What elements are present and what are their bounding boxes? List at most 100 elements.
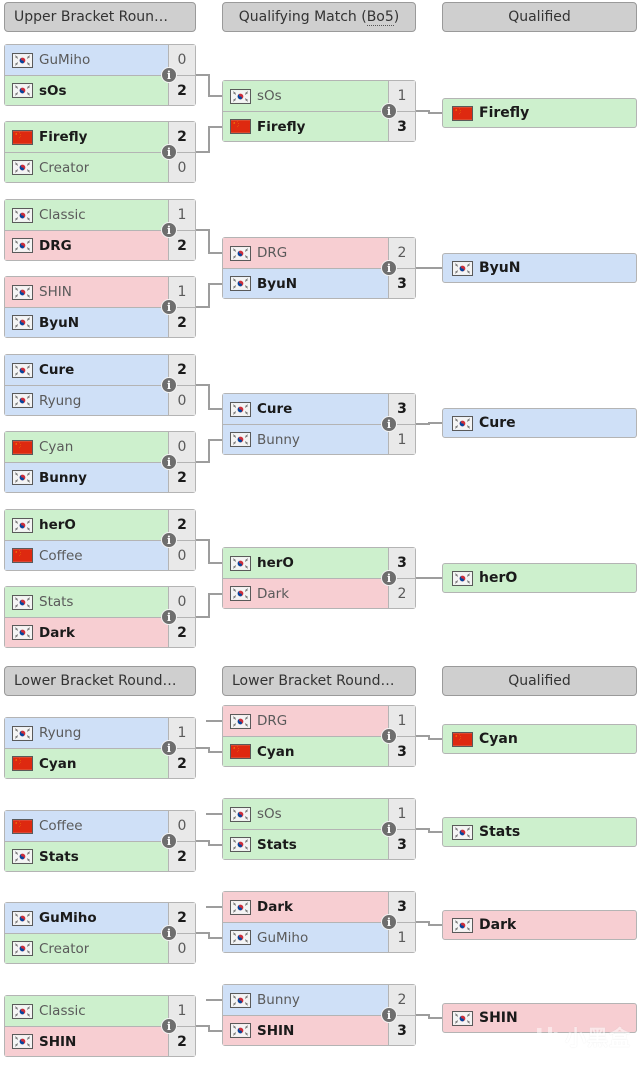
participant-name: Stats: [39, 848, 79, 865]
match-info-icon[interactable]: i: [381, 570, 397, 586]
participant-name-cell: Stats: [223, 837, 388, 853]
match-info-icon[interactable]: i: [381, 416, 397, 432]
qualified-block[interactable]: Cyan: [442, 724, 637, 754]
qualified-block[interactable]: Cure: [442, 408, 637, 438]
participant-name: Firefly: [257, 118, 306, 135]
flag-cn-icon: [12, 756, 33, 771]
match-info-icon[interactable]: i: [161, 377, 177, 393]
connector-line: [196, 747, 208, 749]
flag-cn-icon: [12, 818, 33, 834]
qualified-block[interactable]: herO: [442, 563, 637, 593]
connector-line: [196, 616, 208, 618]
flag-kr-icon: [230, 1023, 251, 1038]
participant-name: DRG: [257, 713, 288, 729]
flag-kr-icon: [230, 245, 251, 261]
flag-kr-icon: [230, 586, 251, 601]
match-info-icon[interactable]: i: [381, 821, 397, 837]
participant-name-cell: GuMiho: [223, 930, 388, 946]
connector-line: [208, 125, 222, 128]
participant-name-cell: GuMiho: [5, 52, 168, 68]
match-info-icon[interactable]: i: [161, 925, 177, 941]
flag-kr-icon: [230, 555, 251, 571]
match-info-icon[interactable]: i: [381, 103, 397, 119]
connector-line: [208, 539, 210, 564]
connector-line: [428, 577, 442, 579]
connector-line: [208, 251, 222, 254]
qualified-participant-name: Cure: [479, 415, 516, 431]
participant-name: Ryung: [39, 725, 82, 741]
connector-stub: [206, 812, 222, 815]
connector-line: [196, 539, 208, 541]
match-info-icon[interactable]: i: [161, 609, 177, 625]
qualified-block[interactable]: Dark: [442, 910, 637, 940]
participant-name-cell: Cyan: [223, 744, 388, 760]
match-info-icon[interactable]: i: [161, 740, 177, 756]
participant-name: herO: [257, 555, 294, 571]
connector-line: [208, 592, 222, 595]
flag-kr-icon: [452, 824, 473, 840]
connector-line: [208, 936, 222, 939]
match-info-icon[interactable]: i: [381, 260, 397, 276]
connector-line: [208, 843, 222, 846]
participant-name-cell: ByuN: [223, 276, 388, 292]
participant-name: Creator: [39, 940, 90, 957]
connector-line: [208, 384, 210, 410]
match-info-icon[interactable]: i: [161, 299, 177, 315]
connector-line: [208, 438, 222, 441]
connector-line: [428, 267, 442, 269]
participant-name: Ryung: [39, 392, 82, 409]
participant-name-cell: Creator: [5, 160, 168, 176]
participant-name: Cure: [257, 401, 293, 417]
participant-name: Firefly: [39, 129, 88, 145]
flag-kr-icon: [12, 849, 33, 864]
flag-kr-icon: [12, 910, 33, 926]
flag-kr-icon: [12, 517, 33, 533]
connector-line: [196, 461, 208, 463]
flag-kr-icon: [452, 1010, 473, 1026]
participant-name-cell: sOs: [5, 83, 168, 99]
flag-kr-icon: [452, 415, 473, 431]
match-info-icon[interactable]: i: [161, 144, 177, 160]
participant-name-cell: ByuN: [5, 315, 168, 331]
participant-name-cell: Coffee: [5, 548, 168, 564]
participant-name-cell: sOs: [223, 806, 388, 822]
qualified-block[interactable]: Stats: [442, 817, 637, 847]
qualified-block[interactable]: Firefly: [442, 98, 637, 128]
participant-name: herO: [39, 517, 76, 533]
participant-name-cell: Ryung: [5, 393, 168, 409]
qualified-participant-name: Stats: [479, 824, 521, 840]
participant-name: GuMiho: [257, 929, 309, 946]
qualified-block[interactable]: SHIN: [442, 1003, 637, 1033]
qualified-participant-name: SHIN: [479, 1010, 518, 1026]
match-info-icon[interactable]: i: [161, 222, 177, 238]
participant-name-cell: Bunny: [5, 470, 168, 486]
participant-name: GuMiho: [39, 910, 97, 926]
match-info-icon[interactable]: i: [381, 1007, 397, 1023]
participant-name: Coffee: [39, 818, 83, 834]
participant-name-cell: Firefly: [5, 129, 168, 145]
participant-name: SHIN: [39, 284, 72, 300]
match-info-icon[interactable]: i: [161, 833, 177, 849]
flag-kr-icon: [230, 713, 251, 729]
connector-line: [428, 738, 442, 740]
participant-name: SHIN: [39, 1033, 77, 1050]
flag-kr-icon: [12, 725, 33, 741]
connector-line: [196, 384, 208, 386]
connector-line: [208, 561, 222, 564]
flag-kr-icon: [230, 899, 251, 915]
match-info-icon[interactable]: i: [161, 67, 177, 83]
match-info-icon[interactable]: i: [161, 1018, 177, 1034]
match-info-icon[interactable]: i: [161, 532, 177, 548]
qualified-block[interactable]: ByuN: [442, 253, 637, 283]
connector-stub: [206, 719, 222, 722]
match-info-icon[interactable]: i: [381, 914, 397, 930]
flag-kr-icon: [452, 570, 473, 586]
match-info-icon[interactable]: i: [161, 454, 177, 470]
participant-name: Dark: [39, 624, 75, 641]
connector-line: [196, 229, 208, 231]
connector-line: [428, 831, 442, 833]
flag-kr-icon: [230, 276, 251, 291]
match-info-icon[interactable]: i: [381, 728, 397, 744]
connector-line: [428, 422, 442, 424]
participant-name: Cyan: [257, 743, 295, 760]
